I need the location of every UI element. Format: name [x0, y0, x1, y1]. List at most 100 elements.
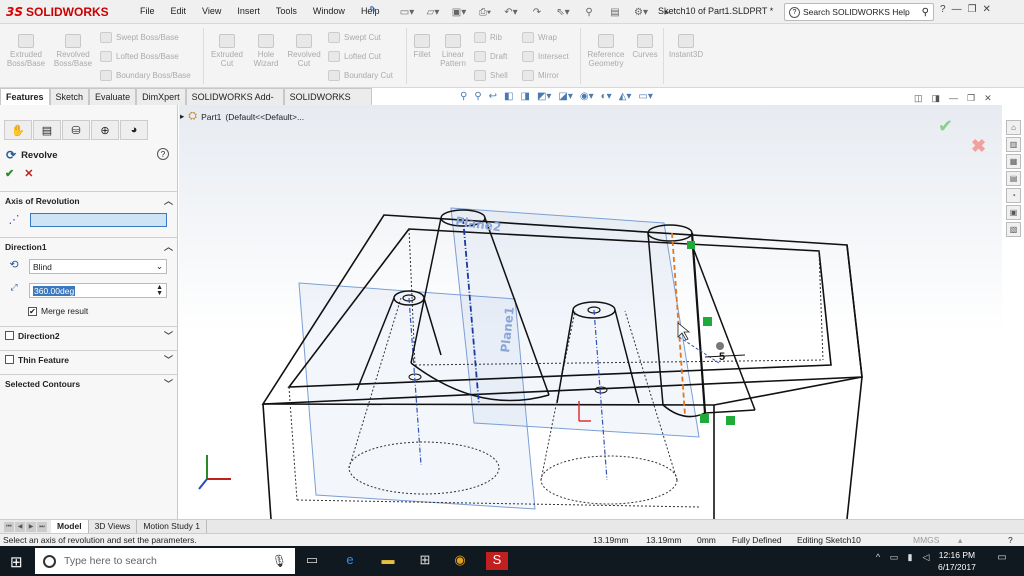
- dimxpert-manager-icon[interactable]: ⊕: [91, 120, 119, 140]
- merge-result-checkbox[interactable]: ✔: [28, 306, 37, 316]
- last-tab-icon[interactable]: ⏭: [37, 521, 47, 532]
- status-options-icon[interactable]: ?: [1008, 535, 1013, 545]
- dynamic-annotation-icon[interactable]: ◨: [521, 91, 530, 102]
- help-icon[interactable]: ?: [157, 148, 169, 160]
- split-horizontal-icon[interactable]: ◨: [932, 93, 941, 104]
- feature-manager-icon[interactable]: ✋: [4, 120, 32, 140]
- solidworks-taskbar-icon[interactable]: S: [486, 552, 508, 570]
- coincident-marker-icon[interactable]: [687, 241, 695, 249]
- tab-addins[interactable]: SOLIDWORKS Add-Ins: [185, 88, 284, 118]
- axis-of-revolution-section[interactable]: Axis of Revolution ︿: [0, 191, 178, 209]
- viewport-minimize-icon[interactable]: —: [949, 93, 958, 104]
- configuration-manager-icon[interactable]: ⛁: [62, 120, 90, 140]
- menu-tools[interactable]: Tools: [268, 6, 305, 16]
- extruded-boss-button[interactable]: Extruded Boss/Base: [4, 34, 48, 68]
- chevron-down-icon[interactable]: ﹀: [164, 377, 173, 390]
- tab-features[interactable]: Features: [0, 88, 50, 105]
- windows-start-icon[interactable]: ⊞: [10, 553, 23, 571]
- chrome-icon[interactable]: ◉: [450, 552, 470, 570]
- apply-scene-icon[interactable]: ◭▾: [619, 91, 632, 102]
- undo-icon[interactable]: ↶▾: [500, 4, 522, 20]
- volume-icon[interactable]: ◁: [916, 552, 936, 570]
- edge-browser-icon[interactable]: e: [340, 552, 360, 570]
- file-properties-icon[interactable]: ▤: [604, 4, 626, 20]
- menu-window[interactable]: Window: [305, 6, 353, 16]
- tab-model[interactable]: Model: [51, 520, 89, 533]
- wrap-button[interactable]: Wrap: [522, 32, 557, 43]
- help-search-box[interactable]: ? Search SOLIDWORKS Help ⚲: [784, 3, 934, 21]
- solidworks-logo[interactable]: 3S SOLIDWORKS: [6, 4, 109, 20]
- pin-icon[interactable]: ✎: [369, 5, 377, 16]
- view-palette-icon[interactable]: ◔: [1006, 188, 1021, 203]
- hide-show-icon[interactable]: ◉▾: [580, 91, 594, 102]
- reference-geometry-button[interactable]: Reference Geometry: [584, 34, 628, 68]
- print-icon[interactable]: ⎙▾: [474, 4, 496, 20]
- hole-wizard-button[interactable]: Hole Wizard: [248, 34, 284, 68]
- fillet-button[interactable]: Fillet: [408, 34, 436, 59]
- graphics-area[interactable]: 5 Plane2 Plane1: [179, 105, 1002, 519]
- feature-tree-flyout[interactable]: ▸ ⛭ Part1 (Default<<Default>...: [180, 110, 304, 123]
- axis-selection-box[interactable]: [30, 213, 167, 227]
- angle-spinner[interactable]: 360.00deg ▲ ▼: [29, 283, 167, 298]
- rebuild-icon[interactable]: ⚲: [578, 4, 600, 20]
- viewport-close-icon[interactable]: ✕: [984, 93, 992, 104]
- viewport-restore-icon[interactable]: ❐: [967, 93, 975, 104]
- minimize-icon[interactable]: —: [952, 4, 962, 15]
- zoom-to-fit-icon[interactable]: ⚲: [460, 91, 467, 102]
- help-menu-button[interactable]: ?: [940, 4, 946, 15]
- direction2-checkbox[interactable]: [5, 331, 14, 340]
- revolved-cut-button[interactable]: Revolved Cut: [285, 34, 323, 68]
- horizontal-relation-icon[interactable]: [726, 416, 735, 425]
- angle-dimension[interactable]: 5: [719, 351, 725, 363]
- first-tab-icon[interactable]: ⏮: [4, 521, 14, 532]
- next-tab-icon[interactable]: ▶: [26, 521, 36, 532]
- save-icon[interactable]: ▣▾: [448, 4, 470, 20]
- microphone-icon[interactable]: 🎙: [272, 554, 287, 568]
- tab-mbd[interactable]: SOLIDWORKS MBD: [283, 88, 372, 118]
- file-explorer-icon[interactable]: ▤: [1006, 171, 1021, 186]
- linear-pattern-button[interactable]: Linear Pattern: [436, 34, 470, 68]
- prev-tab-icon[interactable]: ◀: [15, 521, 25, 532]
- confirmation-ok-icon[interactable]: ✔: [938, 116, 953, 137]
- edit-appearance-icon[interactable]: ◐▾: [601, 91, 612, 102]
- resources-icon[interactable]: ▥: [1006, 137, 1021, 152]
- split-view-icon[interactable]: ◫: [914, 93, 923, 104]
- view-orientation-icon[interactable]: ◩▾: [537, 91, 551, 102]
- boundary-boss-button[interactable]: Boundary Boss/Base: [100, 70, 191, 81]
- lofted-boss-button[interactable]: Lofted Boss/Base: [100, 51, 179, 62]
- view-settings-icon[interactable]: ▭▾: [638, 91, 652, 102]
- redo-icon[interactable]: ↷: [526, 4, 548, 20]
- task-view-icon[interactable]: ▭: [302, 552, 322, 570]
- expand-arrow-icon[interactable]: ▸: [180, 111, 184, 122]
- spinner-arrows-icon[interactable]: ▲ ▼: [156, 284, 163, 297]
- tab-3d-views[interactable]: 3D Views: [89, 520, 138, 533]
- open-icon[interactable]: ▱▾: [422, 4, 444, 20]
- menu-file[interactable]: File: [132, 6, 163, 16]
- coincident-marker-icon[interactable]: [700, 414, 709, 423]
- relation-marker-icon[interactable]: [716, 342, 724, 350]
- notifications-icon[interactable]: ▭: [992, 552, 1012, 570]
- display-manager-icon[interactable]: ◕: [120, 120, 148, 140]
- home-icon[interactable]: ⌂: [1006, 120, 1021, 135]
- tab-motion-study[interactable]: Motion Study 1: [137, 520, 208, 533]
- extruded-cut-button[interactable]: Extruded Cut: [206, 34, 248, 68]
- shell-button[interactable]: Shell: [474, 70, 508, 81]
- tab-sketch[interactable]: Sketch: [49, 88, 90, 105]
- chevron-down-icon[interactable]: ﹀: [164, 329, 173, 342]
- mirror-button[interactable]: Mirror: [522, 70, 559, 81]
- revolved-boss-button[interactable]: Revolved Boss/Base: [50, 34, 96, 68]
- previous-view-icon[interactable]: ↩: [489, 91, 497, 102]
- lofted-cut-button[interactable]: Lofted Cut: [328, 51, 381, 62]
- clock[interactable]: 12:16 PM 6/17/2017: [938, 549, 976, 573]
- end-condition-select[interactable]: Blind ⌄: [29, 259, 167, 274]
- curves-button[interactable]: Curves: [630, 34, 660, 59]
- search-icon[interactable]: ⚲: [922, 7, 929, 18]
- ok-check-icon[interactable]: ✔: [5, 167, 14, 180]
- instant3d-button[interactable]: Instant3D: [666, 34, 706, 59]
- select-icon[interactable]: ⇖▾: [552, 4, 574, 20]
- intersect-button[interactable]: Intersect: [522, 51, 569, 62]
- unit-system[interactable]: MMGS: [913, 535, 939, 545]
- direction1-section[interactable]: Direction1 ︿: [0, 237, 178, 255]
- chevron-down-icon[interactable]: ﹀: [164, 353, 173, 366]
- new-document-icon[interactable]: ▭▾: [396, 4, 418, 20]
